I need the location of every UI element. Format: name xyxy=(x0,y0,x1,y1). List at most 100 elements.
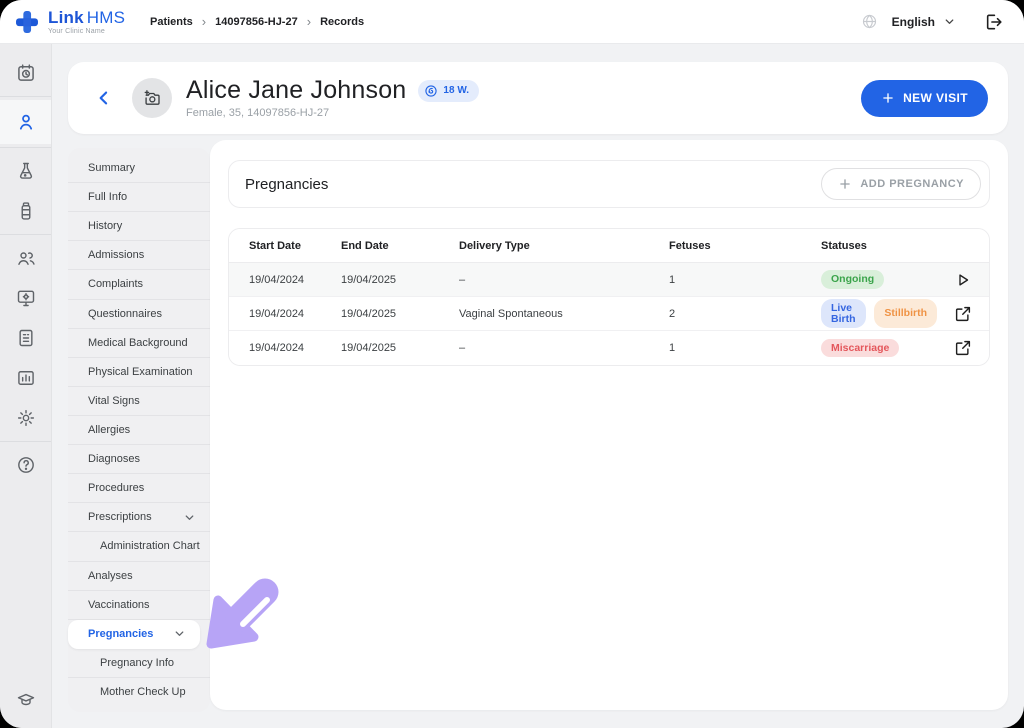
rail-divider xyxy=(0,147,51,148)
education-cap-icon[interactable] xyxy=(0,680,51,720)
nav-item-label: Vaccinations xyxy=(88,599,150,611)
cell-statuses: Live BirthStillbirth xyxy=(821,299,937,328)
open-record-icon[interactable] xyxy=(954,305,972,323)
status-badge-live-birth: Live Birth xyxy=(821,299,866,328)
cell-end-date: 19/04/2025 xyxy=(341,274,459,286)
nav-item-medical-background[interactable]: Medical Background xyxy=(68,329,210,358)
patient-profile-icon[interactable] xyxy=(0,100,51,144)
nav-item-label: Mother Check Up xyxy=(100,686,186,698)
nav-item-diagnoses[interactable]: Diagnoses xyxy=(68,445,210,474)
patient-name: Alice Jane Johnson xyxy=(186,77,406,105)
stats-board-icon[interactable] xyxy=(0,358,51,398)
cell-start-date: 19/04/2024 xyxy=(249,274,341,286)
chevron-down-icon xyxy=(173,627,186,640)
workstation-monitor-icon[interactable] xyxy=(0,278,51,318)
nav-item-label: Analyses xyxy=(88,570,133,582)
nav-item-vital-signs[interactable]: Vital Signs xyxy=(68,387,210,416)
back-button[interactable] xyxy=(94,88,114,108)
camera-add-photo-icon xyxy=(142,88,162,108)
new-visit-label: NEW VISIT xyxy=(903,91,968,105)
pregnancy-row[interactable]: 19/04/202419/04/2025–1Miscarriage xyxy=(229,331,989,365)
pregnancies-table: Start DateEnd DateDelivery TypeFetusesSt… xyxy=(228,228,990,366)
add-pregnancy-button[interactable]: ADD PREGNANCY xyxy=(821,168,981,200)
nav-item-summary[interactable]: Summary xyxy=(68,154,210,183)
nav-item-procedures[interactable]: Procedures xyxy=(68,474,210,503)
nav-item-label: Full Info xyxy=(88,191,127,203)
app-window: LinkHMS Your Clinic Name Patients › 140978… xyxy=(0,0,1024,728)
cell-fetuses: 1 xyxy=(669,274,821,286)
nav-item-label: Vital Signs xyxy=(88,395,140,407)
nav-item-pregnancies[interactable]: Pregnancies xyxy=(68,620,200,649)
pregnancy-row[interactable]: 19/04/202419/04/2025Vaginal Spontaneous2… xyxy=(229,297,989,331)
nav-item-label: Questionnaires xyxy=(88,308,162,320)
open-record-icon[interactable] xyxy=(954,339,972,357)
brand-tagline: Your Clinic Name xyxy=(48,28,125,35)
nav-item-analyses[interactable]: Analyses xyxy=(68,562,210,591)
cell-end-date: 19/04/2025 xyxy=(341,342,459,354)
nav-item-label: Administration Chart xyxy=(100,540,200,552)
nav-item-label: Allergies xyxy=(88,424,130,436)
resume-pregnancy-icon[interactable] xyxy=(954,271,972,289)
rail-divider xyxy=(0,441,51,442)
cell-end-date: 19/04/2025 xyxy=(341,308,459,320)
calendar-schedule-icon[interactable] xyxy=(0,53,51,93)
cell-delivery-type: – xyxy=(459,274,669,286)
nav-item-allergies[interactable]: Allergies xyxy=(68,416,210,445)
nav-item-administration-chart[interactable]: Administration Chart xyxy=(68,532,210,561)
gestation-badge-label: 18 W. xyxy=(443,85,469,96)
nav-item-prescriptions[interactable]: Prescriptions xyxy=(68,503,210,532)
cell-statuses: Miscarriage xyxy=(821,339,937,358)
table-header-row: Start DateEnd DateDelivery TypeFetusesSt… xyxy=(229,229,989,263)
column-header-start-date: Start Date xyxy=(249,240,341,252)
patient-meta: Female, 35, 14097856-HJ-27 xyxy=(186,107,479,119)
brand-name-secondary: HMS xyxy=(87,8,125,27)
breadcrumb-item[interactable]: Records xyxy=(320,16,364,28)
breadcrumb-separator-icon: › xyxy=(307,15,311,28)
patient-avatar[interactable] xyxy=(132,78,172,118)
cell-fetuses: 1 xyxy=(669,342,821,354)
fetus-icon xyxy=(424,84,438,98)
nav-item-label: Complaints xyxy=(88,278,143,290)
nav-item-questionnaires[interactable]: Questionnaires xyxy=(68,300,210,329)
medical-cross-icon xyxy=(14,9,40,35)
nav-item-vaccinations[interactable]: Vaccinations xyxy=(68,591,210,620)
nav-item-label: History xyxy=(88,220,122,232)
logout-button[interactable] xyxy=(984,12,1004,32)
breadcrumb-item[interactable]: 14097856-HJ-27 xyxy=(215,16,298,28)
breadcrumb-separator-icon: › xyxy=(202,15,206,28)
chevron-down-icon xyxy=(183,511,196,524)
help-circle-icon[interactable] xyxy=(0,445,51,485)
language-selector[interactable]: English xyxy=(888,11,960,33)
globe-icon xyxy=(861,13,878,30)
gestation-badge: 18 W. xyxy=(418,80,479,102)
medicine-bottle-icon[interactable] xyxy=(0,191,51,231)
settings-gear-icon[interactable] xyxy=(0,398,51,438)
nav-item-history[interactable]: History xyxy=(68,212,210,241)
records-section-header: Pregnancies ADD PREGNANCY xyxy=(228,160,990,208)
cell-delivery-type: – xyxy=(459,342,669,354)
nav-item-mother-check-up[interactable]: Mother Check Up xyxy=(68,678,210,706)
icon-rail xyxy=(0,44,52,728)
nav-item-complaints[interactable]: Complaints xyxy=(68,270,210,299)
nav-item-label: Diagnoses xyxy=(88,453,140,465)
nav-item-label: Medical Background xyxy=(88,337,188,349)
nav-item-pregnancy-info[interactable]: Pregnancy Info xyxy=(68,649,210,678)
table-header: Start DateEnd DateDelivery TypeFetusesSt… xyxy=(229,229,989,263)
brand-logo[interactable]: LinkHMS Your Clinic Name xyxy=(0,9,140,35)
column-header-statuses: Statuses xyxy=(821,240,937,252)
medical-report-icon[interactable] xyxy=(0,318,51,358)
cell-start-date: 19/04/2024 xyxy=(249,308,341,320)
breadcrumb-item[interactable]: Patients xyxy=(150,16,193,28)
brand-name-primary: Link xyxy=(48,8,84,27)
lab-flask-icon[interactable] xyxy=(0,151,51,191)
nav-item-label: Summary xyxy=(88,162,135,174)
staff-group-icon[interactable] xyxy=(0,238,51,278)
records-card: Pregnancies ADD PREGNANCY Start DateEnd … xyxy=(210,140,1008,710)
nav-item-admissions[interactable]: Admissions xyxy=(68,241,210,270)
nav-item-full-info[interactable]: Full Info xyxy=(68,183,210,212)
nav-item-physical-examination[interactable]: Physical Examination xyxy=(68,358,210,387)
new-visit-button[interactable]: NEW VISIT xyxy=(861,80,988,117)
cell-fetuses: 2 xyxy=(669,308,821,320)
pregnancy-row[interactable]: 19/04/202419/04/2025–1Ongoing xyxy=(229,263,989,297)
records-title: Pregnancies xyxy=(245,176,328,193)
